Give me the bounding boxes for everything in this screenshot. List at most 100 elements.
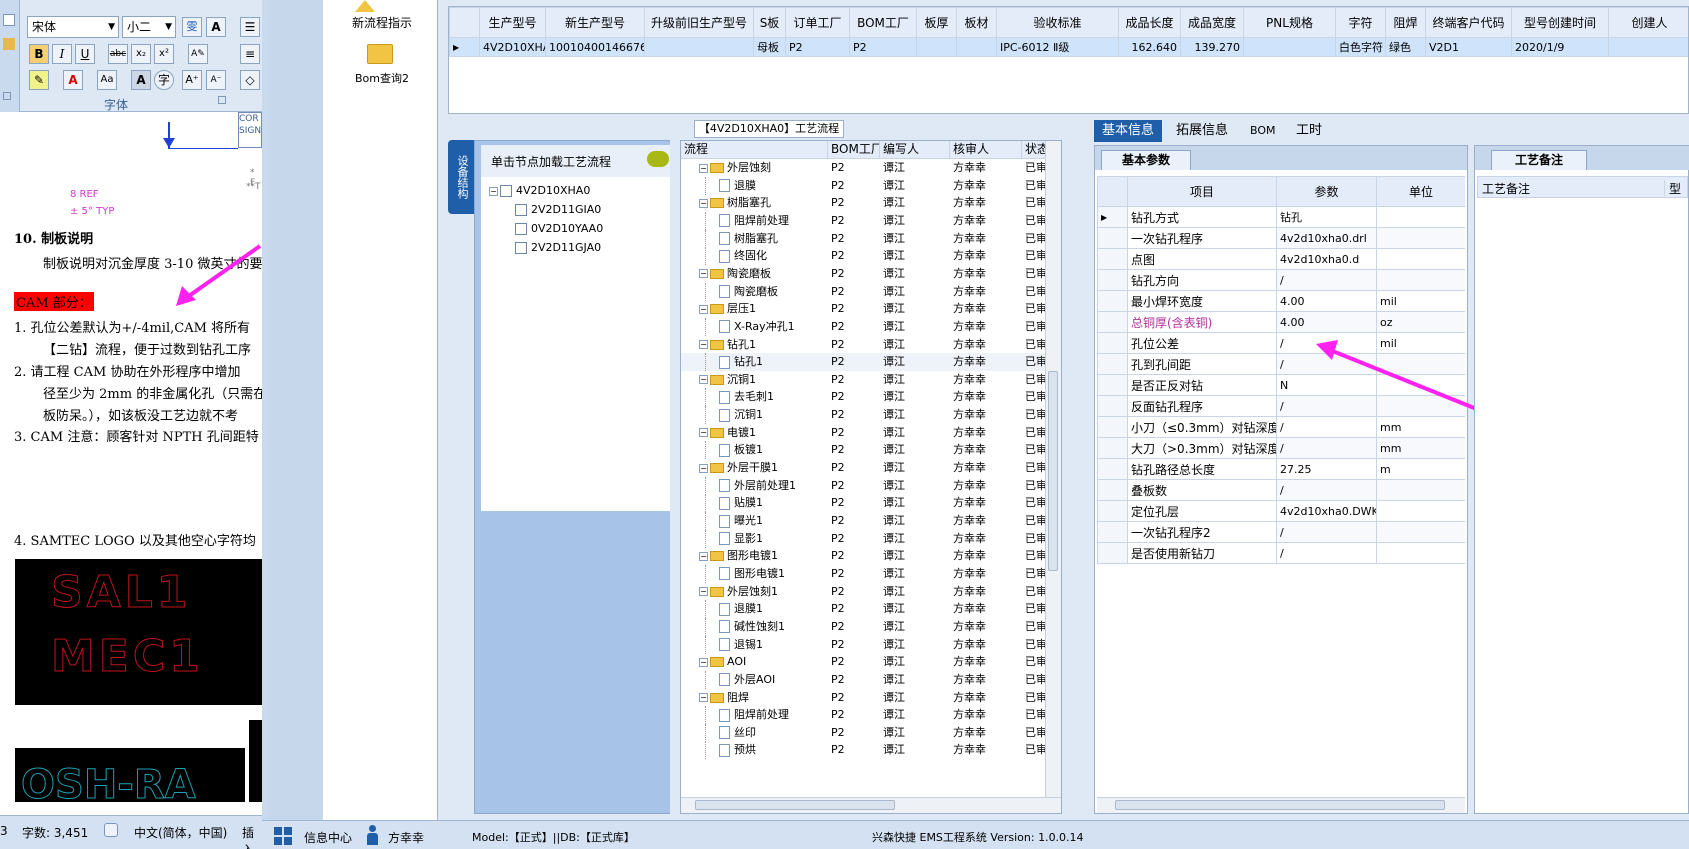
grid-cell[interactable]: P2 — [831, 459, 880, 477]
column-header[interactable]: 板厚 — [916, 7, 957, 38]
flow-name-cell[interactable]: − 树脂塞孔 — [681, 194, 828, 212]
row-selector[interactable] — [1097, 227, 1128, 249]
grid-cell[interactable]: P2 — [831, 724, 880, 742]
grid-cell[interactable]: 谭江 — [883, 388, 950, 406]
collapse-icon[interactable]: − — [699, 163, 708, 173]
table-row[interactable]: 一次钻孔程序2/ — [1097, 521, 1465, 543]
table-row[interactable]: 陶瓷磨板 P2 谭江 方幸幸 已审核 — [681, 282, 1058, 301]
grid-cell[interactable]: P2 — [831, 353, 880, 371]
grid-cell[interactable]: 方幸幸 — [953, 512, 1022, 530]
grid-cell[interactable]: 方幸幸 — [953, 741, 1022, 759]
grid-cell[interactable]: oz — [1376, 311, 1465, 333]
grid-cell[interactable]: 4v2d10xha0.DWK — [1276, 500, 1377, 522]
grid-cell[interactable]: 方幸幸 — [953, 318, 1022, 336]
flow-name-cell[interactable]: − 图形电镀1 — [681, 547, 828, 565]
collapse-icon[interactable]: − — [699, 551, 708, 561]
table-row[interactable]: − 外层蚀刻1 P2 谭江 方幸幸 已审核 — [681, 583, 1058, 601]
grid-cell[interactable]: / — [1276, 521, 1377, 543]
flow-name-cell[interactable]: 去毛刺1 — [681, 388, 828, 407]
grid-cell[interactable]: 4v2d10xha0.d — [1276, 248, 1377, 270]
grid-cell[interactable]: 谭江 — [883, 247, 950, 265]
grid-cell[interactable]: 白色字符 — [1335, 37, 1386, 57]
grid-cell[interactable]: P2 — [831, 159, 880, 177]
table-row[interactable]: 阻焊前处理 P2 谭江 方幸幸 已审核 — [681, 211, 1058, 230]
flow-name-cell[interactable]: 树脂塞孔 — [681, 229, 828, 248]
tree-view[interactable]: − 4V2D10XHA0 2V2D11GIA0 0V2D10YAA0 2V2D11… — [481, 177, 673, 511]
grid-cell[interactable]: 谭江 — [883, 689, 950, 707]
row-selector[interactable] — [1097, 500, 1128, 522]
flow-name-cell[interactable]: − 外层干膜1 — [681, 459, 828, 477]
table-row[interactable]: − 外层蚀刻 P2 谭江 方幸幸 已审核 — [681, 159, 1058, 177]
change-case-icon[interactable]: Aa — [97, 70, 117, 90]
table-row[interactable]: 退锡1 P2 谭江 方幸幸 已审核 — [681, 635, 1058, 654]
grid-cell[interactable]: 方幸幸 — [953, 636, 1022, 654]
column-header[interactable]: 流程 — [681, 141, 828, 159]
grid-cell[interactable]: 谭江 — [883, 741, 950, 759]
grid-cell[interactable]: 是否正反对钻 — [1127, 374, 1277, 396]
table-row[interactable]: 板镀1 P2 谭江 方幸幸 已审核 — [681, 441, 1058, 460]
table-row[interactable]: 去毛刺1 P2 谭江 方幸幸 已审核 — [681, 388, 1058, 407]
table-row[interactable]: 沉铜1 P2 谭江 方幸幸 已审核 — [681, 406, 1058, 425]
grid-cell[interactable]: P2 — [831, 512, 880, 530]
grid-cell[interactable]: P2 — [831, 406, 880, 424]
clear-format-icon[interactable]: A✎ — [188, 44, 208, 64]
grid-cell[interactable]: 孔位公差 — [1127, 332, 1277, 354]
column-header[interactable]: BOM工厂 — [828, 141, 880, 159]
tab-extended-info[interactable]: 拓展信息 — [1168, 120, 1236, 142]
tree-node-root[interactable]: − 4V2D10XHA0 — [489, 181, 590, 200]
flow-name-cell[interactable]: − 电镀1 — [681, 424, 828, 442]
checkbox[interactable] — [515, 223, 527, 235]
grid-cell[interactable]: 162.640 — [1118, 37, 1181, 57]
column-header[interactable]: 成品长度 — [1118, 7, 1181, 38]
table-row[interactable]: 树脂塞孔 P2 谭江 方幸幸 已审核 — [681, 229, 1058, 248]
grid-cell[interactable]: 小刀（≤0.3mm）对钻深度 — [1127, 416, 1277, 438]
grid-cell[interactable]: P2 — [831, 671, 880, 689]
grid-cell[interactable]: 谭江 — [883, 706, 950, 724]
grid-cell[interactable]: / — [1276, 542, 1377, 564]
grid-cell[interactable]: / — [1276, 269, 1377, 291]
column-header[interactable]: BOM工厂 — [849, 7, 917, 38]
grid-cell[interactable]: 方幸幸 — [953, 247, 1022, 265]
table-row[interactable]: − 树脂塞孔 P2 谭江 方幸幸 已审核 — [681, 194, 1058, 212]
flow-name-cell[interactable]: 退锡1 — [681, 635, 828, 654]
table-row[interactable]: 贴膜1 P2 谭江 方幸幸 已审核 — [681, 494, 1058, 513]
grid-cell[interactable]: P2 — [831, 618, 880, 636]
grid-cell[interactable]: 谭江 — [883, 530, 950, 548]
column-header[interactable]: 核审人 — [950, 141, 1022, 159]
grid-cell[interactable]: 方幸幸 — [953, 724, 1022, 742]
table-row[interactable]: 点图 4v2d10xha0.d — [1097, 248, 1465, 270]
row-selector[interactable] — [1097, 542, 1128, 564]
grid-cell[interactable]: 钻孔方向 — [1127, 269, 1277, 291]
flow-name-cell[interactable]: 曝光1 — [681, 512, 828, 530]
table-row[interactable]: − 沉铜1 P2 谭江 方幸幸 已审核 — [681, 371, 1058, 389]
grid-cell[interactable] — [1376, 248, 1465, 270]
grid-cell[interactable]: 谭江 — [883, 318, 950, 336]
grid-cell[interactable] — [1376, 227, 1465, 249]
column-header[interactable]: 型号创建时间 — [1511, 7, 1609, 38]
table-row[interactable]: 阻焊前处理 P2 谭江 方幸幸 已审核 — [681, 706, 1058, 725]
grid-cell[interactable]: P2 — [831, 583, 880, 601]
grid-cell[interactable]: 谭江 — [883, 547, 950, 565]
grid-cell[interactable]: 谭江 — [883, 477, 950, 495]
tree-node-child[interactable]: 0V2D10YAA0 — [515, 219, 603, 238]
checkbox[interactable] — [500, 185, 512, 197]
tab-bom[interactable]: BOM — [1242, 120, 1284, 142]
table-row[interactable]: 终固化 P2 谭江 方幸幸 已审核 — [681, 247, 1058, 266]
product-grid[interactable]: 生产型号 新生产型号 升级前旧生产型号 S板 订单工厂 BOM工厂 板厚 板材 验收标准 成品长度… — [448, 6, 1689, 114]
grid-cell[interactable]: 是否使用新钻刀 — [1127, 542, 1277, 564]
row-selector[interactable] — [1097, 521, 1128, 543]
grid-cell[interactable]: 方幸幸 — [953, 230, 1022, 248]
subscript-button[interactable]: x₂ — [131, 44, 151, 64]
row-selector[interactable] — [1097, 416, 1128, 438]
row-selector[interactable] — [1097, 332, 1128, 354]
italic-button[interactable]: I — [52, 44, 72, 64]
table-row[interactable]: − 图形电镀1 P2 谭江 方幸幸 已审核 — [681, 547, 1058, 565]
grid-cell[interactable]: 大刀（>0.3mm）对钻深度 — [1127, 437, 1277, 459]
word-count[interactable]: 字数: 3,451 — [22, 824, 88, 841]
grid-cell[interactable]: 方幸幸 — [953, 265, 1022, 283]
column-header[interactable]: PNL规格 — [1243, 7, 1336, 38]
collapse-icon[interactable]: − — [699, 198, 708, 208]
grid-cell[interactable]: 谭江 — [883, 441, 950, 459]
column-header[interactable]: 项目 — [1127, 176, 1277, 207]
grid-cell[interactable]: P2 — [831, 689, 880, 707]
